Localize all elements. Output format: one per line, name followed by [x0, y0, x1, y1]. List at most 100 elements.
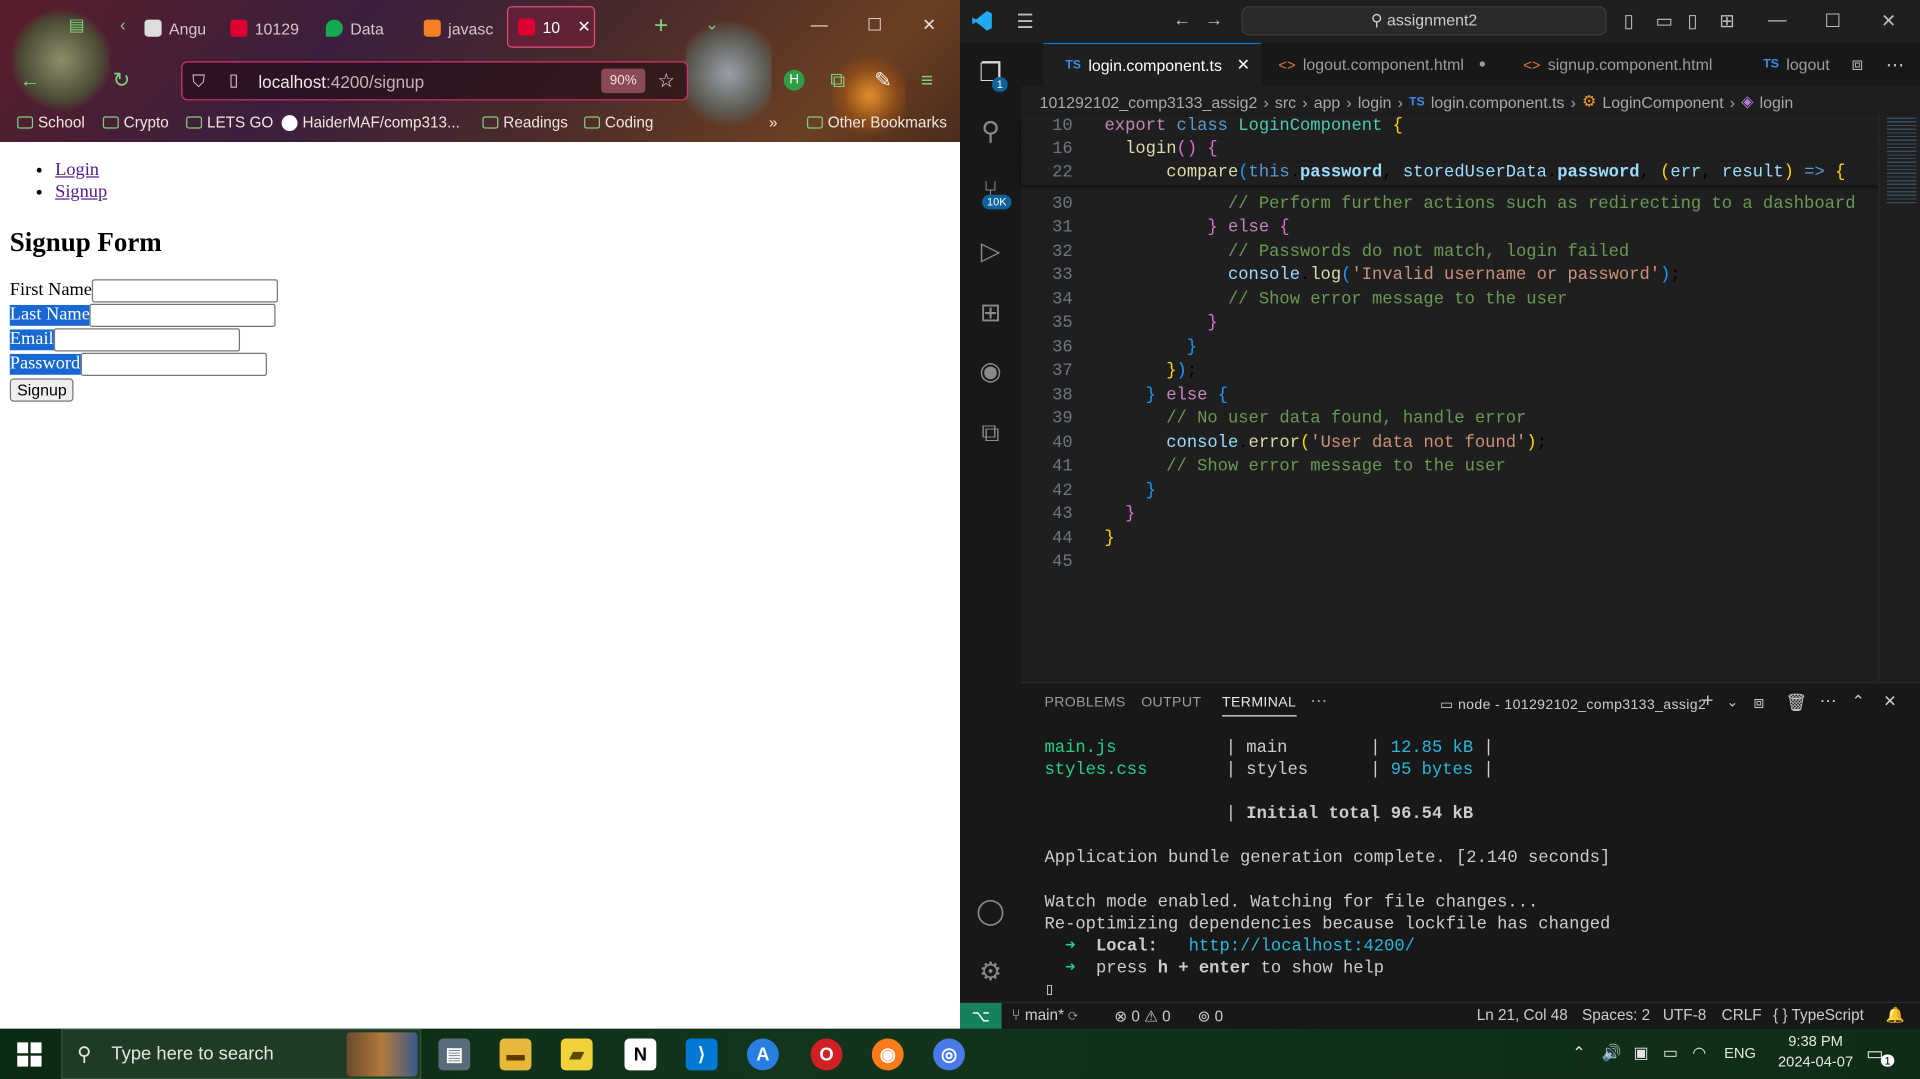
- maximize-icon[interactable]: ☐: [867, 15, 882, 36]
- more-actions-icon[interactable]: ⋯: [1886, 54, 1904, 76]
- new-terminal-icon[interactable]: +: [1702, 691, 1714, 713]
- tab-login-component-ts[interactable]: TS login.component.ts ✕: [1043, 42, 1262, 86]
- tab-assignment[interactable]: 10129: [230, 12, 306, 44]
- breadcrumb-item[interactable]: src: [1275, 92, 1296, 110]
- device-icon[interactable]: ▣: [1633, 1043, 1648, 1063]
- customize-layout-icon[interactable]: ⊞: [1719, 10, 1734, 32]
- notifications-bell-icon[interactable]: 🔔: [1886, 1007, 1905, 1025]
- close-panel-icon[interactable]: ✕: [1883, 692, 1897, 712]
- battery-icon[interactable]: ▭: [1663, 1043, 1678, 1063]
- extensions-icon[interactable]: ⧉: [830, 69, 845, 93]
- tray-overflow-icon[interactable]: ⌃: [1572, 1043, 1585, 1063]
- tab-overflow-icon[interactable]: ⌄: [705, 15, 718, 35]
- volume-icon[interactable]: 🔊: [1602, 1043, 1622, 1063]
- sticky-notes-icon[interactable]: ▰: [560, 1038, 593, 1071]
- panel-more-icon[interactable]: ⋯: [1310, 691, 1328, 712]
- last-name-input[interactable]: [89, 303, 276, 327]
- tab-logout-component-html[interactable]: <> logout.component.html ●: [1273, 43, 1506, 86]
- toggle-secondary-sidebar-icon[interactable]: ▯: [1687, 10, 1697, 32]
- menu-icon[interactable]: ≡: [921, 69, 933, 93]
- windows-start-icon[interactable]: [17, 1042, 42, 1067]
- language-indicator[interactable]: ENG: [1724, 1045, 1756, 1062]
- kill-terminal-icon[interactable]: 🗑: [1785, 692, 1807, 713]
- file-explorer-icon[interactable]: ▬: [499, 1038, 532, 1071]
- signup-link[interactable]: Signup: [55, 182, 107, 202]
- nav-back-icon[interactable]: ←: [1173, 10, 1191, 31]
- split-terminal-icon[interactable]: ⧈: [1753, 692, 1764, 713]
- page-info-icon[interactable]: ▯: [229, 70, 238, 91]
- vscode-icon[interactable]: ⟩: [685, 1038, 718, 1071]
- breadcrumb-item[interactable]: LoginComponent: [1602, 92, 1723, 110]
- address-bar[interactable]: ⛉ ▯ localhost:4200/signup 90% ☆: [181, 61, 689, 101]
- opera-icon[interactable]: O: [810, 1038, 843, 1071]
- zoom-level[interactable]: 90%: [601, 68, 646, 94]
- minimize-icon[interactable]: —: [1768, 10, 1786, 31]
- tab-list-icon[interactable]: ▤: [69, 15, 85, 36]
- branch-indicator[interactable]: ⑂ main* ⟳: [1011, 1007, 1077, 1024]
- new-tab-icon[interactable]: +: [654, 12, 668, 40]
- wifi-icon[interactable]: ◠: [1692, 1043, 1706, 1063]
- tab-mongodb[interactable]: Data: [325, 12, 399, 44]
- maximize-icon[interactable]: ☐: [1825, 10, 1841, 32]
- extensions-icon[interactable]: ⊞: [975, 298, 1007, 330]
- settings-gear-icon[interactable]: ⚙: [975, 956, 1007, 988]
- chrome-icon[interactable]: ◎: [933, 1038, 965, 1071]
- unsaved-dot-icon[interactable]: ●: [1479, 58, 1486, 71]
- file-server-icon[interactable]: ▤: [438, 1038, 471, 1071]
- bookmark-school[interactable]: School: [17, 114, 85, 131]
- extension-h-icon[interactable]: H: [783, 69, 805, 91]
- firefox-icon[interactable]: ◉: [871, 1038, 904, 1071]
- line-ending[interactable]: CRLF: [1722, 1007, 1762, 1024]
- tab-angular[interactable]: Angul: [144, 12, 206, 44]
- bookmark-lets-go[interactable]: LETS GO: [186, 114, 273, 131]
- cursor-position[interactable]: Ln 21, Col 48: [1477, 1007, 1568, 1024]
- breadcrumb-item[interactable]: app: [1314, 92, 1341, 110]
- toggle-panel-icon[interactable]: ▭: [1656, 10, 1673, 32]
- encoding[interactable]: UTF-8: [1663, 1007, 1706, 1024]
- nav-forward-icon[interactable]: →: [1205, 10, 1223, 31]
- tab-output[interactable]: OUTPUT: [1141, 696, 1201, 711]
- breadcrumb-item[interactable]: login.component.ts: [1431, 92, 1565, 110]
- breadcrumb-item[interactable]: login: [1760, 92, 1794, 110]
- signup-button[interactable]: Signup: [9, 378, 75, 402]
- terminal-dropdown-icon[interactable]: ⌄: [1727, 693, 1739, 711]
- ports-indicator[interactable]: ⊚ 0: [1198, 1007, 1224, 1025]
- close-tab-icon[interactable]: ✕: [577, 17, 590, 37]
- close-tab-icon[interactable]: ✕: [1237, 55, 1250, 75]
- first-name-input[interactable]: [91, 279, 279, 303]
- remote-indicator-icon[interactable]: ⌥: [960, 1003, 1002, 1029]
- url-text[interactable]: localhost:4200/signup: [258, 72, 424, 92]
- terminal-cursor[interactable]: ▯: [1044, 980, 1054, 1002]
- notion-icon[interactable]: N: [624, 1038, 657, 1071]
- bookmark-readings[interactable]: Readings: [482, 114, 568, 131]
- tab-terminal[interactable]: TERMINAL: [1222, 696, 1297, 717]
- minimize-icon[interactable]: —: [811, 15, 828, 35]
- tab-stackoverflow[interactable]: javasc: [423, 12, 495, 44]
- scroll-tabs-left-icon[interactable]: ‹: [120, 15, 126, 35]
- code-editor[interactable]: 10 export class LoginComponent { 16 login…: [1021, 115, 1920, 681]
- remote-explorer-icon[interactable]: ⧉: [975, 418, 1007, 450]
- search-icon[interactable]: ⚲: [975, 116, 1007, 148]
- taskbar-search[interactable]: ⚲ Type here to search: [61, 1028, 422, 1079]
- terminal-more-icon[interactable]: ⋯: [1820, 691, 1838, 712]
- email-input[interactable]: [53, 328, 240, 352]
- reload-icon[interactable]: ↻: [113, 69, 130, 93]
- accounts-icon[interactable]: ◯: [975, 896, 1007, 928]
- bookmark-overflow-icon[interactable]: »: [769, 114, 778, 131]
- back-icon[interactable]: ←: [20, 69, 41, 93]
- password-input[interactable]: [80, 352, 267, 376]
- tab-active-signup[interactable]: 10 ✕: [506, 6, 596, 48]
- minimap[interactable]: [1878, 115, 1920, 681]
- bookmark-star-icon[interactable]: ☆: [658, 69, 676, 93]
- tracking-shield-icon[interactable]: ⛉: [192, 71, 205, 92]
- indentation[interactable]: Spaces: 2: [1582, 1007, 1650, 1024]
- bookmark-other[interactable]: Other Bookmarks: [806, 114, 947, 131]
- profile-icon[interactable]: ✎: [874, 69, 891, 93]
- problems-indicator[interactable]: ⊗ 0 ⚠ 0: [1114, 1007, 1170, 1025]
- bookmark-github[interactable]: HaiderMAF/comp313...: [281, 114, 460, 131]
- tab-logout-ts[interactable]: TS logout: [1758, 43, 1831, 86]
- local-url-link[interactable]: http://localhost:4200/: [1189, 937, 1415, 957]
- language-mode[interactable]: { } TypeScript: [1773, 1007, 1864, 1024]
- app-store-icon[interactable]: A: [746, 1038, 779, 1071]
- menu-hamburger-icon[interactable]: ☰: [1016, 10, 1034, 34]
